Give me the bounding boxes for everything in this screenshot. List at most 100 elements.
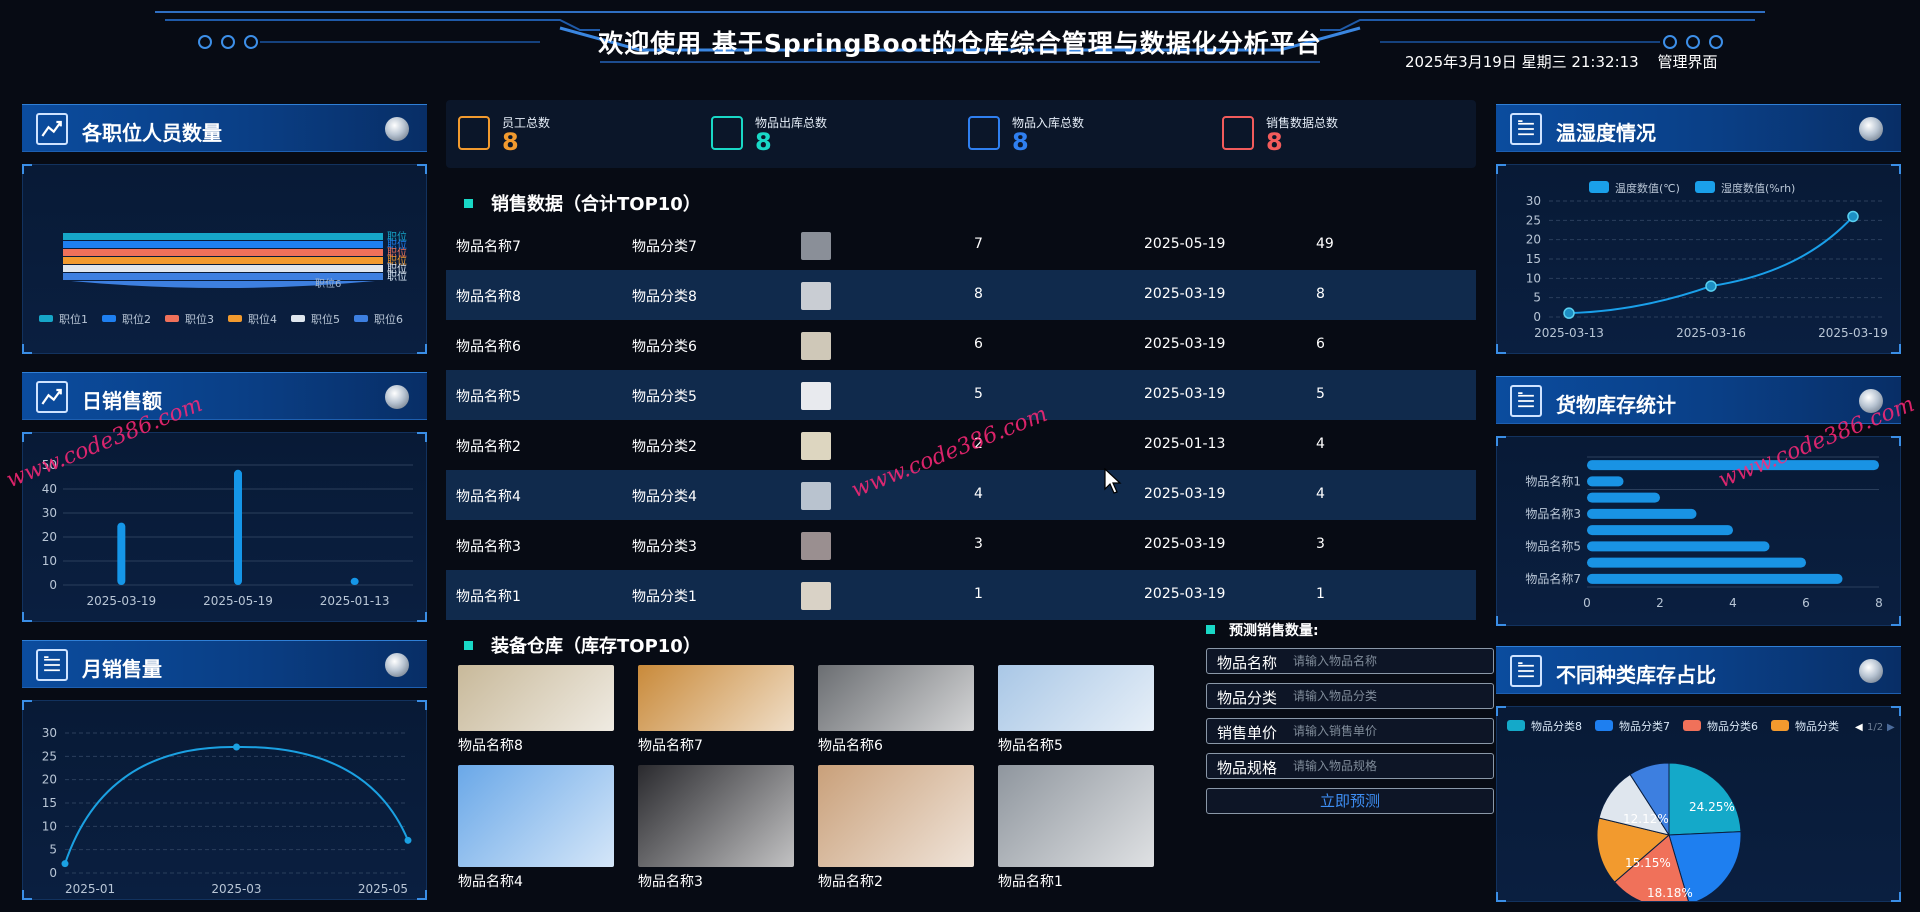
positions-bar-chart: 职位职位职位职位职位职位职位6职位1 职位2 职位3 职位4 职位5 职位6: [39, 230, 407, 326]
predict-title: 预测销售数量:: [1206, 620, 1319, 640]
center-area: 员工总数 8 物品出库总数 8 物品入库总数 8 销售数据总数 8 销售数据（合…: [446, 100, 1494, 910]
sales-section-title: 销售数据（合计TOP10）: [464, 190, 701, 216]
item-image: [818, 765, 974, 867]
category-label: 物品名称3: [1525, 506, 1581, 521]
data-point: [233, 743, 240, 751]
tick-label: 2025-01: [65, 882, 115, 896]
legend-label: 物品分类: [1795, 719, 1839, 733]
predict-button[interactable]: 立即预测: [1206, 788, 1494, 814]
monthly-sales-line-chart: 0 5 10 15 20 25 30 2025-01 2025-03 2025-05: [42, 726, 412, 896]
tick-label: 8: [1875, 596, 1883, 610]
legend-swatch: [1683, 720, 1701, 731]
cell-name: 物品名称4: [456, 489, 521, 505]
warehouse-item[interactable]: 物品名称2: [818, 765, 974, 890]
legend-swatch: [1595, 720, 1613, 731]
item-name: 物品名称8: [458, 738, 523, 754]
stat-value: 8: [1266, 128, 1283, 156]
item-name: 物品名称2: [818, 874, 883, 890]
daily-sales-bar: [350, 577, 359, 585]
position-bar: [63, 241, 383, 248]
legend-swatch: [1507, 720, 1525, 731]
item-name-input[interactable]: [1293, 651, 1483, 671]
bar-label: 职位6: [315, 277, 341, 290]
category-label: 物品名称7: [1525, 571, 1581, 586]
predict-field-spec[interactable]: 物品规格: [1206, 753, 1494, 779]
panel-inventory: 货物库存统计 0 2 4 6 8 物品名称1 物品名称3 物品名称5 物品名称7: [1496, 376, 1901, 632]
cell-qty: 8: [1316, 286, 1325, 302]
tick-label: 0: [49, 578, 57, 592]
panel-toggle-knob[interactable]: [1859, 117, 1883, 141]
cell-price: 2: [974, 436, 983, 452]
item-thumbnail: [801, 282, 831, 310]
tick-label: 50: [42, 458, 57, 472]
warehouse-item[interactable]: 物品名称1: [998, 765, 1154, 890]
item-spec-input[interactable]: [1293, 756, 1483, 776]
panel-title: 温湿度情况: [1556, 121, 1656, 145]
warehouse-item[interactable]: 物品名称4: [458, 765, 614, 890]
panel-toggle-knob[interactable]: [385, 653, 409, 677]
predict-field-name[interactable]: 物品名称: [1206, 648, 1494, 674]
daily-sales-bar-chart: 0 10 20 30 40 50 2025-03-19 2025-05-19 2025-01-1…: [42, 458, 413, 608]
warehouse-item[interactable]: 物品名称3: [638, 765, 794, 890]
table-row: 物品名称3 物品分类3 3 2025-03-19 3: [446, 520, 1476, 570]
warehouse-item[interactable]: 物品名称5: [998, 665, 1154, 754]
legend-page: 1/2: [1867, 722, 1883, 733]
unit-price-input[interactable]: [1293, 721, 1483, 741]
panel-positions-header: 各职位人员数量: [22, 104, 427, 152]
tick-label: 30: [42, 506, 57, 520]
sales-table: 物品名称7 物品分类7 7 2025-05-19 49 物品名称8 物品分类8 8 2025-0…: [446, 220, 1476, 620]
panel-toggle-knob[interactable]: [1859, 389, 1883, 413]
panel-toggle-knob[interactable]: [385, 117, 409, 141]
predict-field-category[interactable]: 物品分类: [1206, 683, 1494, 709]
panel-positions-body: 职位 职位 职位 职位 职位 职位 职位6 职位1 职位2 职位3 职位4 职位5 职位6: [22, 164, 427, 354]
cell-qty: 6: [1316, 336, 1325, 352]
category-share-pie-chart: 物品分类8 物品分类7 物品分类6 物品分类 ◀ 1/2 ▶ 24.25% 18.18% 15.1…: [1507, 719, 1895, 908]
document-list-icon: [36, 649, 68, 681]
panel-title: 不同种类库存占比: [1556, 663, 1716, 687]
panel-inventory-body: 0 2 4 6 8 物品名称1 物品名称3 物品名称5 物品名称7: [1496, 436, 1901, 626]
warehouse-item[interactable]: 物品名称6: [818, 665, 974, 754]
warehouse-section-title-text: 装备仓库（库存TOP10）: [491, 636, 701, 657]
item-name: 物品名称6: [818, 738, 883, 754]
tick-label: 25: [1526, 213, 1541, 227]
cell-date: 2025-03-19: [1144, 486, 1226, 502]
inventory-bar: [1587, 460, 1879, 471]
tick-label: 0: [1533, 310, 1541, 324]
item-name: 物品名称3: [638, 874, 703, 890]
item-category-input[interactable]: [1293, 686, 1483, 706]
cell-name: 物品名称8: [456, 289, 521, 305]
tick-label: 30: [42, 726, 57, 740]
position-bar: [63, 233, 383, 240]
legend-swatch: [228, 315, 242, 322]
cell-name: 物品名称3: [456, 539, 521, 555]
panel-title: 各职位人员数量: [82, 121, 222, 145]
page-header: 欢迎使用 基于SpringBoot的仓库综合管理与数据化分析平台 2025年3月…: [0, 0, 1920, 84]
panel-toggle-knob[interactable]: [385, 385, 409, 409]
item-image: [998, 665, 1154, 731]
cell-category: 物品分类4: [632, 489, 697, 505]
item-thumbnail: [801, 382, 831, 410]
category-label: 物品名称5: [1525, 538, 1581, 553]
document-list-icon: [1510, 655, 1542, 687]
data-point: [61, 860, 69, 868]
panel-title: 月销售量: [82, 657, 162, 681]
item-thumbnail: [801, 332, 831, 360]
cell-qty: 49: [1316, 236, 1334, 252]
warehouse-item[interactable]: 物品名称7: [638, 665, 794, 754]
warehouse-item[interactable]: 物品名称8: [458, 665, 614, 754]
pie-label: 24.25%: [1689, 800, 1735, 814]
inventory-bar: [1587, 557, 1806, 568]
legend-swatch: [354, 315, 368, 322]
table-row: 物品名称7 物品分类7 7 2025-05-19 49: [446, 220, 1476, 270]
predict-field-price[interactable]: 销售单价: [1206, 718, 1494, 744]
tick-label: 0: [49, 866, 57, 880]
inventory-bar: [1587, 476, 1624, 487]
item-image: [458, 665, 614, 731]
position-bar: [63, 257, 383, 264]
inventory-bar: [1587, 508, 1697, 519]
predict-title-text: 预测销售数量:: [1229, 623, 1319, 639]
data-point: [1847, 210, 1859, 223]
cell-date: 2025-03-19: [1144, 536, 1226, 552]
cell-date: 2025-03-19: [1144, 336, 1226, 352]
panel-toggle-knob[interactable]: [1859, 659, 1883, 683]
